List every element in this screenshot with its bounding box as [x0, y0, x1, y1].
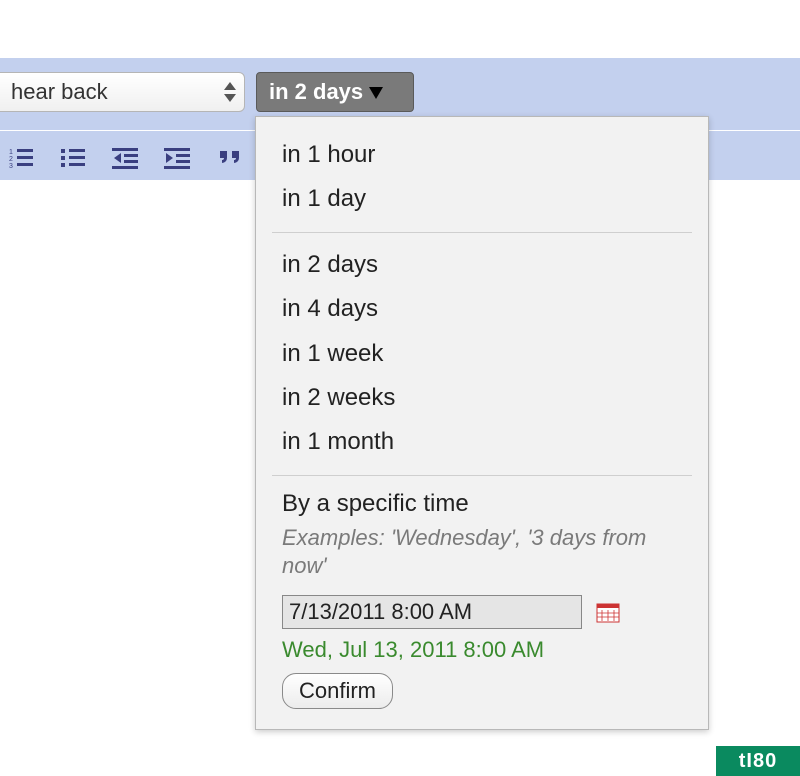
svg-text:3: 3 — [9, 163, 13, 169]
bulleted-list-icon[interactable] — [60, 146, 88, 170]
specific-date-input[interactable] — [282, 595, 582, 629]
select-stepper-icon — [220, 76, 240, 108]
menu-item-1-week[interactable]: in 1 week — [256, 332, 708, 376]
indent-icon[interactable] — [164, 146, 192, 170]
menu-separator — [272, 475, 692, 476]
quote-icon[interactable] — [216, 146, 244, 170]
svg-text:2: 2 — [9, 156, 13, 163]
numbered-list-icon[interactable]: 1 2 3 — [8, 146, 36, 170]
confirm-button[interactable]: Confirm — [282, 673, 393, 709]
menu-item-1-month[interactable]: in 1 month — [256, 420, 708, 464]
svg-text:1: 1 — [9, 149, 13, 156]
calendar-icon[interactable] — [596, 601, 620, 623]
time-dropdown-button[interactable]: in 2 days — [256, 72, 414, 112]
menu-separator — [272, 232, 692, 233]
menu-item-4-days[interactable]: in 4 days — [256, 287, 708, 331]
menu-item-1-hour[interactable]: in 1 hour — [256, 133, 708, 177]
chevron-down-icon — [369, 79, 383, 105]
watermark-badge: tI80 — [716, 746, 800, 776]
time-dropdown-label: in 2 days — [269, 79, 363, 105]
format-toolbar: 1 2 3 — [0, 138, 244, 178]
specific-time-examples: Examples: 'Wednesday', '3 days from now' — [256, 522, 708, 591]
viewport: hear back in 2 days 1 2 3 — [0, 0, 800, 776]
menu-item-2-weeks[interactable]: in 2 weeks — [256, 376, 708, 420]
condition-select[interactable]: hear back — [0, 72, 245, 112]
condition-select-label: hear back — [11, 79, 108, 105]
menu-item-1-day[interactable]: in 1 day — [256, 177, 708, 221]
confirm-row: Confirm — [256, 665, 708, 709]
menu-item-2-days[interactable]: in 2 days — [256, 243, 708, 287]
specific-date-row — [256, 591, 708, 633]
outdent-icon[interactable] — [112, 146, 140, 170]
specific-time-title: By a specific time — [256, 486, 708, 522]
time-dropdown-menu: in 1 hour in 1 day in 2 days in 4 days i… — [255, 116, 709, 730]
parsed-date-label: Wed, Jul 13, 2011 8:00 AM — [256, 633, 708, 665]
